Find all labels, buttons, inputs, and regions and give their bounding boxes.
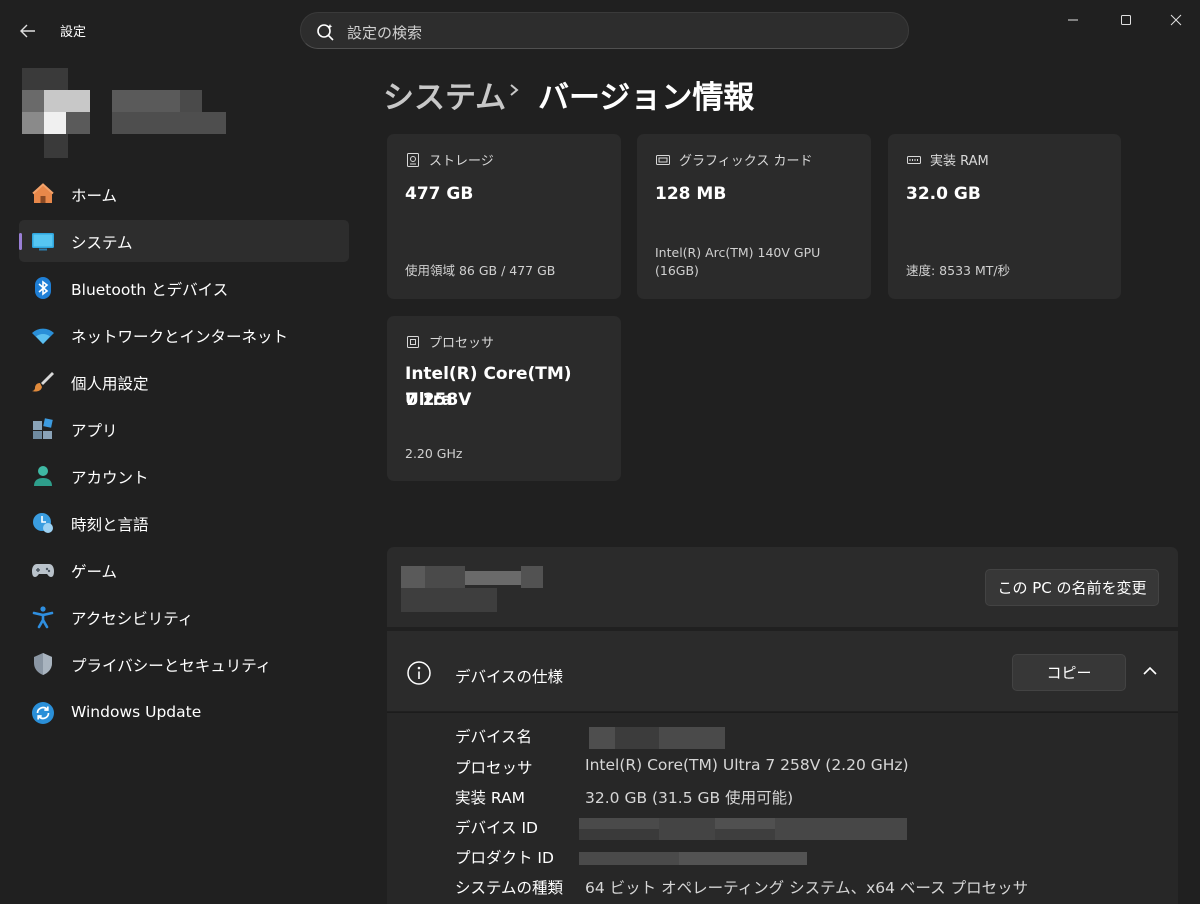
storage-card[interactable]: ストレージ 477 GB 使用領域 86 GB / 477 GB <box>387 134 621 299</box>
bluetooth-icon <box>35 277 51 299</box>
system-icon <box>32 233 54 251</box>
card-value: 477 GB <box>405 184 474 204</box>
ram-icon <box>907 156 921 164</box>
sidebar-item-personalization[interactable]: 個人用設定 <box>19 361 349 403</box>
brush-icon <box>32 372 54 392</box>
home-icon <box>32 183 54 203</box>
sidebar-item-label: Windows Update <box>71 703 202 721</box>
back-button[interactable] <box>14 17 42 45</box>
shield-icon <box>34 653 52 675</box>
sidebar-item-privacy-security[interactable]: プライバシーとセキュリティ <box>19 643 349 685</box>
storage-icon <box>407 153 419 167</box>
device-specs-header[interactable]: デバイスの仕様 コピー <box>387 631 1178 711</box>
chevron-right-icon <box>510 84 519 96</box>
card-label: グラフィックス カード <box>679 154 813 169</box>
sidebar-item-label: 個人用設定 <box>71 375 149 393</box>
spec-row-device-name: デバイス名 <box>455 725 1155 749</box>
spec-value: 64 ビット オペレーティング システム、x64 ベース プロセッサ <box>585 879 1029 897</box>
search-box[interactable]: 設定の検索 <box>300 12 909 49</box>
spec-key: プロダクト ID <box>455 849 554 867</box>
sidebar-item-system[interactable]: システム <box>19 220 349 262</box>
card-detail: (16GB) <box>655 263 699 278</box>
processor-card[interactable]: プロセッサ Intel(R) Core(TM) Ultra 7 258V 2.2… <box>387 316 621 481</box>
graphics-card[interactable]: グラフィックス カード 128 MB Intel(R) Arc(TM) 140V… <box>637 134 871 299</box>
sidebar-item-label: アクセシビリティ <box>71 610 194 628</box>
avatar[interactable] <box>22 68 232 160</box>
breadcrumb-parent[interactable]: システム <box>383 72 506 117</box>
sidebar-item-gaming[interactable]: ゲーム <box>19 549 349 591</box>
spec-key: 実装 RAM <box>455 789 526 807</box>
back-arrow-icon <box>20 24 35 38</box>
card-label: ストレージ <box>429 154 494 169</box>
sidebar-item-accounts[interactable]: アカウント <box>19 455 349 497</box>
close-icon <box>1170 14 1182 26</box>
search-icon <box>317 24 334 41</box>
sidebar-item-label: プライバシーとセキュリティ <box>71 657 272 675</box>
sidebar-item-bluetooth[interactable]: Bluetooth とデバイス <box>19 267 349 309</box>
spec-key: システムの種類 <box>455 879 564 897</box>
ram-card[interactable]: 実装 RAM 32.0 GB 速度: 8533 MT/秒 <box>888 134 1121 299</box>
chevron-up-icon[interactable] <box>1141 664 1159 678</box>
maximize-button[interactable] <box>1114 8 1138 32</box>
account-icon <box>34 466 52 486</box>
sidebar-item-label: ネットワークとインターネット <box>71 328 289 346</box>
sidebar-item-label: アカウント <box>71 469 149 487</box>
card-value: 128 MB <box>655 184 727 204</box>
search-input[interactable]: 設定の検索 <box>347 22 422 43</box>
sidebar-item-accessibility[interactable]: アクセシビリティ <box>19 596 349 638</box>
spec-key: プロセッサ <box>455 759 533 777</box>
sidebar-item-label: アプリ <box>71 422 118 440</box>
windows-update-icon <box>32 702 54 724</box>
card-detail: 2.20 GHz <box>405 446 463 461</box>
rename-pc-button[interactable]: この PC の名前を変更 <box>985 569 1159 606</box>
sidebar-item-label: ホーム <box>71 187 118 205</box>
sidebar-item-apps[interactable]: アプリ <box>19 408 349 450</box>
card-value: 32.0 GB <box>906 184 981 204</box>
sidebar-item-windows-update[interactable]: Windows Update <box>19 692 349 734</box>
maximize-icon <box>1121 15 1131 25</box>
card-label: 実装 RAM <box>930 154 989 169</box>
sidebar-item-label: 時刻と言語 <box>71 516 149 534</box>
time-language-icon <box>33 513 53 533</box>
accessibility-icon <box>32 606 54 629</box>
gamepad-icon <box>32 564 54 577</box>
card-detail: 使用領域 86 GB / 477 GB <box>405 263 556 278</box>
spec-key: デバイス ID <box>455 819 538 837</box>
selected-indicator <box>19 233 22 250</box>
spec-row-product-id: プロダクト ID <box>455 846 1155 870</box>
info-icon <box>407 661 431 685</box>
pc-name-panel: この PC の名前を変更 <box>387 547 1178 627</box>
spec-key: デバイス名 <box>455 728 533 746</box>
processor-icon <box>407 336 419 348</box>
card-detail: 速度: 8533 MT/秒 <box>906 263 1011 278</box>
sidebar-item-time-language[interactable]: 時刻と言語 <box>19 502 349 544</box>
copy-button[interactable]: コピー <box>1012 654 1126 691</box>
app-title: 設定 <box>60 25 87 40</box>
spec-row-device-id: デバイス ID <box>455 816 1155 840</box>
device-specs-title: デバイスの仕様 <box>455 668 564 686</box>
spec-row-ram: 実装 RAM 32.0 GB (31.5 GB 使用可能) <box>455 786 1155 810</box>
graphics-card-icon <box>656 155 670 165</box>
spec-value: Intel(R) Core(TM) Ultra 7 258V (2.20 GHz… <box>585 756 909 774</box>
page-title: バージョン情報 <box>538 80 755 116</box>
minimize-button[interactable] <box>1061 8 1085 32</box>
title-bar: 設定 設定の検索 <box>0 0 1200 60</box>
close-button[interactable] <box>1164 8 1188 32</box>
apps-icon <box>33 418 53 439</box>
spec-value: 32.0 GB (31.5 GB 使用可能) <box>585 789 794 807</box>
minimize-icon <box>1068 19 1078 21</box>
card-value: 7 258V <box>405 390 472 410</box>
spec-row-processor: プロセッサ Intel(R) Core(TM) Ultra 7 258V (2.… <box>455 756 1155 780</box>
sidebar-item-label: ゲーム <box>71 563 118 581</box>
card-label: プロセッサ <box>429 336 495 351</box>
sidebar-item-home[interactable]: ホーム <box>19 173 349 215</box>
device-specs-body: デバイス名 プロセッサ Intel(R) Core(TM) Ultra 7 25… <box>387 712 1178 904</box>
card-detail: Intel(R) Arc(TM) 140V GPU <box>655 245 821 260</box>
wifi-icon <box>32 328 54 344</box>
sidebar-item-network[interactable]: ネットワークとインターネット <box>19 314 349 356</box>
sidebar-item-label: システム <box>71 234 133 252</box>
sidebar-item-label: Bluetooth とデバイス <box>71 281 229 299</box>
spec-row-system-type: システムの種類 64 ビット オペレーティング システム、x64 ベース プロセ… <box>455 876 1155 900</box>
